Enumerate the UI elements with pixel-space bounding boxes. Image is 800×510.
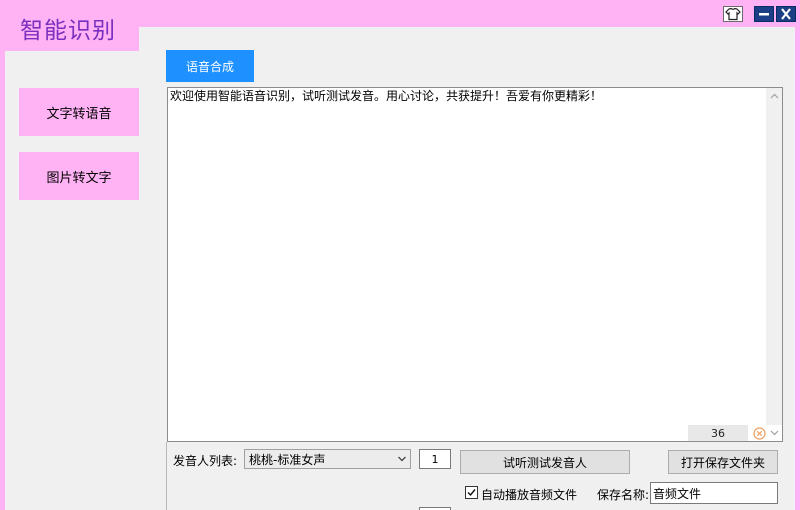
clear-icon [752,426,766,440]
char-counter: 36 [688,425,748,441]
minimize-button[interactable] [754,6,774,22]
voice-select-value: 桃桃-标准女声 [249,452,326,467]
editor-text[interactable]: 欢迎使用智能语音识别，试听测试发音。用心讨论，共获提升！吾爱有你更精彩！ [170,89,760,103]
window-frame-right [795,0,800,510]
window-frame-left [0,0,5,510]
shirt-icon [725,7,741,21]
chevron-down-icon [770,430,778,436]
chevron-down-icon [398,456,406,462]
test-voice-button[interactable]: 试听测试发音人 [460,450,630,474]
panel-divider [166,442,167,510]
sidebar-item-label: 文字转语音 [46,106,112,122]
voice-number-input[interactable]: 1 [419,449,451,469]
voice-select[interactable]: 桃桃-标准女声 [244,449,411,469]
scroll-up-arrow[interactable] [766,88,782,104]
vertical-scrollbar[interactable] [766,88,782,425]
sidebar-item-label: 图片转文字 [46,170,112,186]
close-icon [781,8,791,20]
scroll-down-arrow[interactable] [766,425,782,441]
tab-speech-synthesis[interactable]: 语音合成 [166,50,254,82]
save-name-label: 保存名称: [597,488,650,502]
text-editor[interactable]: 欢迎使用智能语音识别，试听测试发音。用心讨论，共获提升！吾爱有你更精彩！ 36 [167,87,783,442]
chevron-up-icon [770,93,778,99]
close-button[interactable] [776,6,796,22]
voice-list-label: 发音人列表: [173,454,238,468]
save-name-input[interactable]: 音频文件 [650,482,778,504]
auto-play-checkbox[interactable] [465,486,478,499]
auto-play-label: 自动播放音频文件 [481,488,578,502]
sidebar-item-text-to-speech[interactable]: 文字转语音 [19,88,139,136]
open-save-folder-button[interactable]: 打开保存文件夹 [668,450,778,474]
app-title: 智能识别 [20,18,116,44]
skin-button[interactable] [723,6,743,22]
minimize-icon [759,13,769,16]
checkmark-icon [467,489,476,497]
clear-button[interactable] [751,425,767,441]
sidebar-item-image-to-text[interactable]: 图片转文字 [19,152,139,200]
tab-label: 语音合成 [185,59,234,74]
